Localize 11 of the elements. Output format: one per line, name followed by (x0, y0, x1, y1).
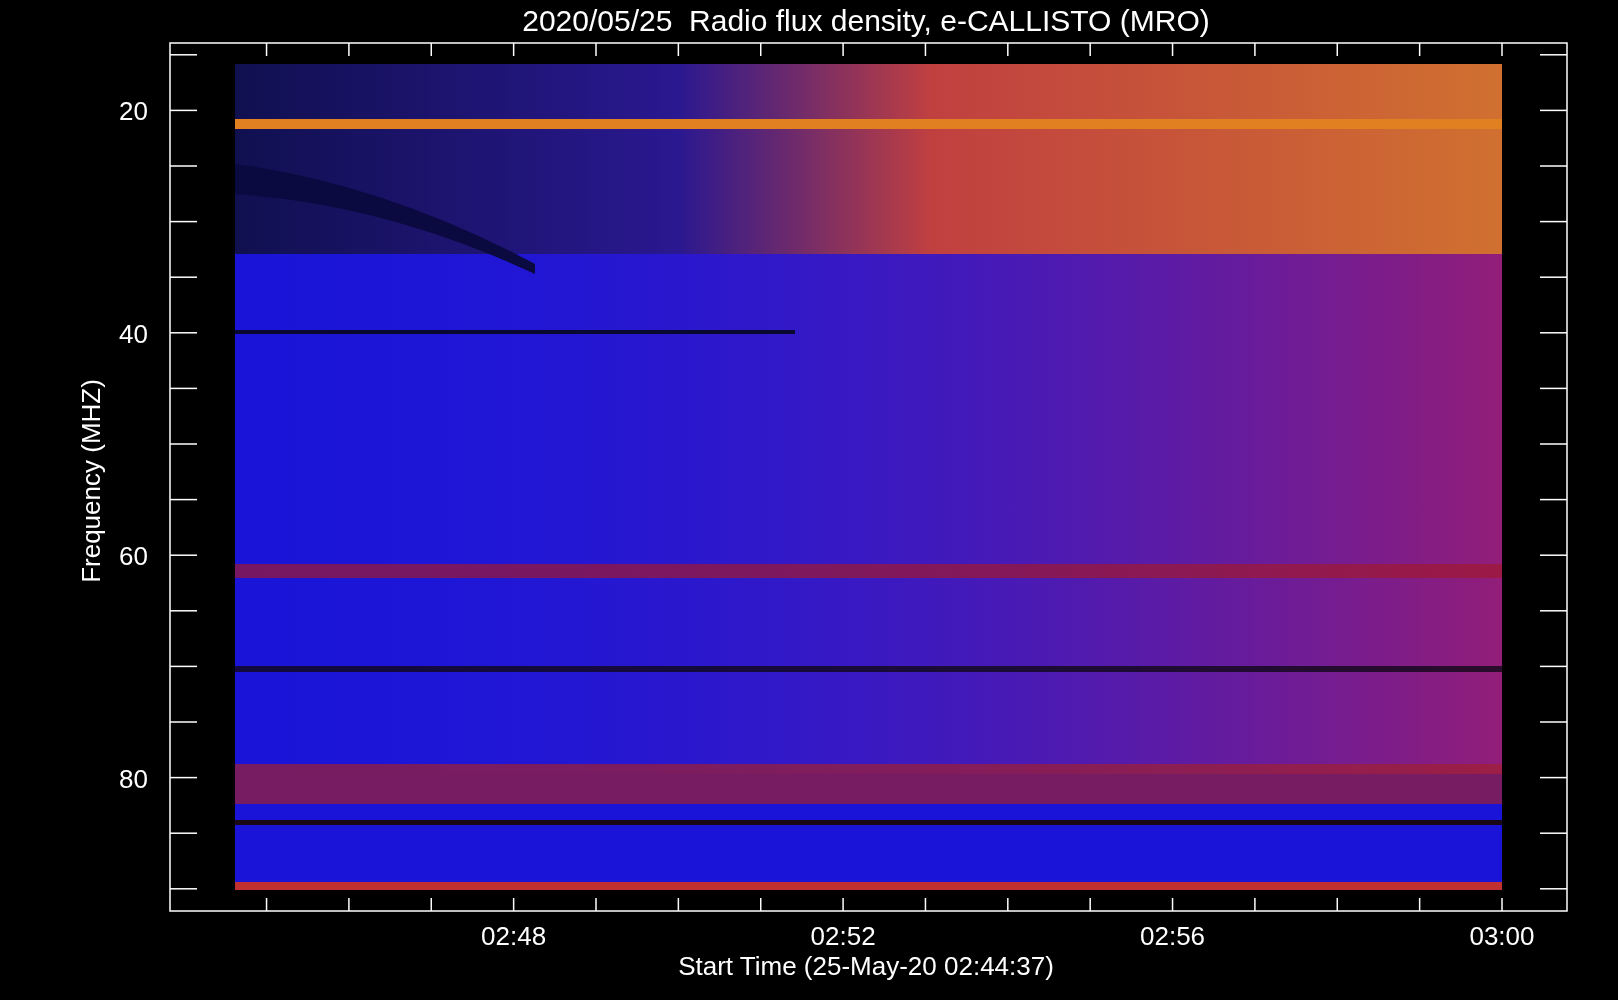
chart-title: 2020/05/25 Radio flux density, e-CALLISTO (MRO) (522, 4, 1210, 37)
axis-label: Start Time (25-May-20 02:44:37) (678, 951, 1054, 981)
tick-label: 03:00 (1469, 921, 1535, 951)
axis-label: Frequency (MHZ) (76, 379, 106, 583)
tick-label: 20 (119, 96, 148, 127)
tick-label: 02:52 (810, 921, 876, 951)
tick-label: 02:48 (481, 921, 547, 951)
tick-label: 40 (119, 318, 148, 349)
tick-label: 80 (119, 763, 148, 794)
tick-label: 02:56 (1140, 921, 1206, 951)
tick-label: 60 (119, 541, 148, 572)
